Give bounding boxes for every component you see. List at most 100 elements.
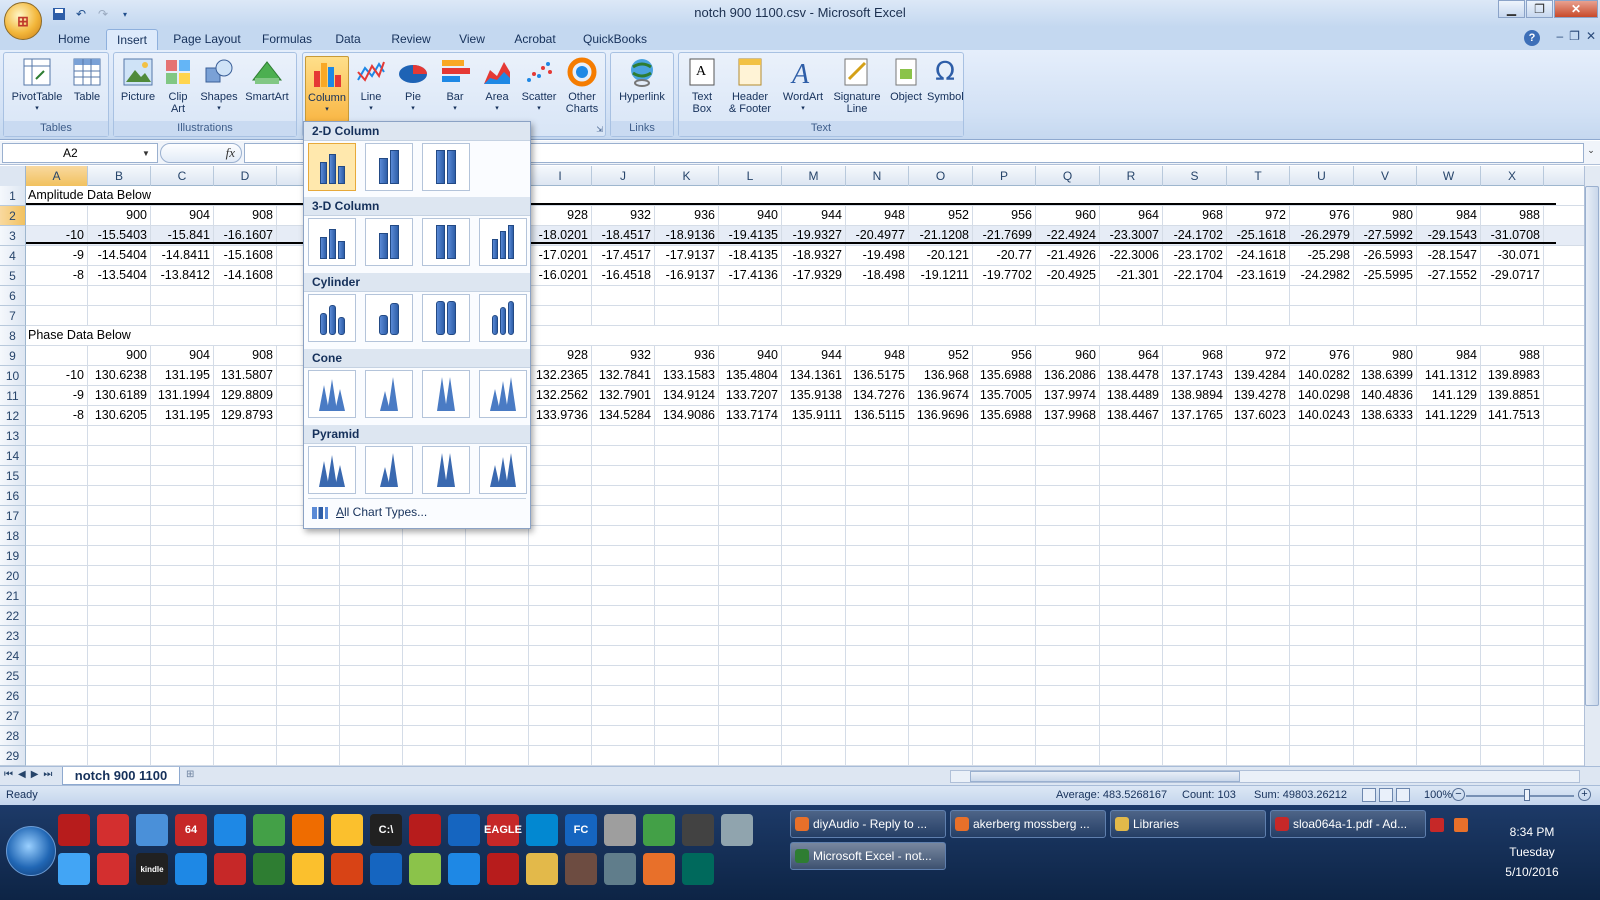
cell-r6[interactable]: [1100, 286, 1163, 305]
row-header-22[interactable]: 22: [0, 606, 26, 626]
row-header-25[interactable]: 25: [0, 666, 26, 686]
cell-d20[interactable]: [214, 566, 277, 585]
clustered-cone-option[interactable]: [308, 370, 356, 418]
cell-v12[interactable]: 138.6333: [1354, 406, 1417, 425]
cell-s5[interactable]: -22.1704: [1163, 266, 1227, 285]
cell-c6[interactable]: [151, 286, 214, 305]
cell-r23[interactable]: [1100, 626, 1163, 645]
zoom-slider-thumb[interactable]: [1524, 789, 1530, 801]
cell-x6[interactable]: [1481, 286, 1544, 305]
cell-d11[interactable]: 129.8809: [214, 386, 277, 405]
cell-j6[interactable]: [592, 286, 655, 305]
cell-r20[interactable]: [1100, 566, 1163, 585]
row-header-7[interactable]: 7: [0, 306, 26, 326]
row-header-17[interactable]: 17: [0, 506, 26, 526]
minimize-button[interactable]: ▁: [1498, 0, 1525, 18]
row-header-13[interactable]: 13: [0, 426, 26, 446]
cell-v15[interactable]: [1354, 466, 1417, 485]
cell-u17[interactable]: [1290, 506, 1354, 525]
cell-v17[interactable]: [1354, 506, 1417, 525]
cell-e29[interactable]: [277, 746, 340, 765]
cell-q28[interactable]: [1036, 726, 1100, 745]
column-header-i[interactable]: I: [529, 166, 592, 186]
cell-i12[interactable]: 133.9736: [529, 406, 592, 425]
100-stacked-cone-option[interactable]: [422, 370, 470, 418]
cell-m20[interactable]: [782, 566, 846, 585]
cell-d4[interactable]: -15.1608: [214, 246, 277, 265]
cell-v29[interactable]: [1354, 746, 1417, 765]
cell-n5[interactable]: -18.498: [846, 266, 909, 285]
3d-stacked-column-option[interactable]: [365, 218, 413, 266]
word-icon[interactable]: [370, 853, 402, 885]
cell-u14[interactable]: [1290, 446, 1354, 465]
cell-v22[interactable]: [1354, 606, 1417, 625]
cell-t16[interactable]: [1227, 486, 1290, 505]
cell-a27[interactable]: [26, 706, 88, 725]
cell-t28[interactable]: [1227, 726, 1290, 745]
cell-b7[interactable]: [88, 306, 151, 325]
cell-c9[interactable]: 904: [151, 346, 214, 365]
cell-v26[interactable]: [1354, 686, 1417, 705]
cell-c24[interactable]: [151, 646, 214, 665]
row-header-12[interactable]: 12: [0, 406, 26, 426]
cell-w16[interactable]: [1417, 486, 1481, 505]
column-chart-button[interactable]: Column ▾: [305, 56, 349, 122]
other-charts-button[interactable]: Other Charts: [561, 56, 603, 120]
cell-n15[interactable]: [846, 466, 909, 485]
cell-j18[interactable]: [592, 526, 655, 545]
record-icon[interactable]: [487, 853, 519, 885]
cell-t27[interactable]: [1227, 706, 1290, 725]
cell-m28[interactable]: [782, 726, 846, 745]
horizontal-scroll-thumb[interactable]: [970, 771, 1240, 782]
cell-c25[interactable]: [151, 666, 214, 685]
object-button[interactable]: Object: [887, 56, 925, 120]
cell-m10[interactable]: 134.1361: [782, 366, 846, 385]
worksheet-grid[interactable]: ABCDEFGHIJKLMNOPQRSTUVWX 1Amplitude Data…: [0, 166, 1584, 766]
clipart-button[interactable]: Clip Art: [160, 56, 196, 120]
tab-review[interactable]: Review: [386, 29, 436, 50]
library-icon[interactable]: [565, 853, 597, 885]
cell-o5[interactable]: -19.1211: [909, 266, 973, 285]
select-all-corner[interactable]: [0, 166, 26, 186]
cell-l6[interactable]: [719, 286, 782, 305]
cell-d9[interactable]: 908: [214, 346, 277, 365]
100-stacked-cylinder-option[interactable]: [422, 294, 470, 342]
ie-icon[interactable]: [175, 853, 207, 885]
cell-m6[interactable]: [782, 286, 846, 305]
cell-i6[interactable]: [529, 286, 592, 305]
kindle-icon[interactable]: kindle: [136, 853, 168, 885]
cell-w14[interactable]: [1417, 446, 1481, 465]
row-header-23[interactable]: 23: [0, 626, 26, 646]
cell-k4[interactable]: -17.9137: [655, 246, 719, 265]
cell-l28[interactable]: [719, 726, 782, 745]
cell-w9[interactable]: 984: [1417, 346, 1481, 365]
cell-t21[interactable]: [1227, 586, 1290, 605]
cell-q10[interactable]: 136.2086: [1036, 366, 1100, 385]
cell-b9[interactable]: 900: [88, 346, 151, 365]
bar-chart-button[interactable]: Bar ▾: [435, 56, 475, 120]
cell-m29[interactable]: [782, 746, 846, 765]
cell-v16[interactable]: [1354, 486, 1417, 505]
cell-f22[interactable]: [340, 606, 403, 625]
cell-r25[interactable]: [1100, 666, 1163, 685]
cell-p17[interactable]: [973, 506, 1036, 525]
cell-b20[interactable]: [88, 566, 151, 585]
cell-w29[interactable]: [1417, 746, 1481, 765]
cell-n26[interactable]: [846, 686, 909, 705]
cell-c15[interactable]: [151, 466, 214, 485]
row-header-19[interactable]: 19: [0, 546, 26, 566]
cell-d19[interactable]: [214, 546, 277, 565]
cell-f23[interactable]: [340, 626, 403, 645]
cell-r17[interactable]: [1100, 506, 1163, 525]
cell-w12[interactable]: 141.1229: [1417, 406, 1481, 425]
cell-j26[interactable]: [592, 686, 655, 705]
cell-s11[interactable]: 138.9894: [1163, 386, 1227, 405]
3d-cone-option[interactable]: [479, 370, 527, 418]
column-header-p[interactable]: P: [973, 166, 1036, 186]
column-header-c[interactable]: C: [151, 166, 214, 186]
cell-n12[interactable]: 136.5115: [846, 406, 909, 425]
cell-p26[interactable]: [973, 686, 1036, 705]
cell-x5[interactable]: -29.0717: [1481, 266, 1544, 285]
cell-s24[interactable]: [1163, 646, 1227, 665]
cell-w15[interactable]: [1417, 466, 1481, 485]
